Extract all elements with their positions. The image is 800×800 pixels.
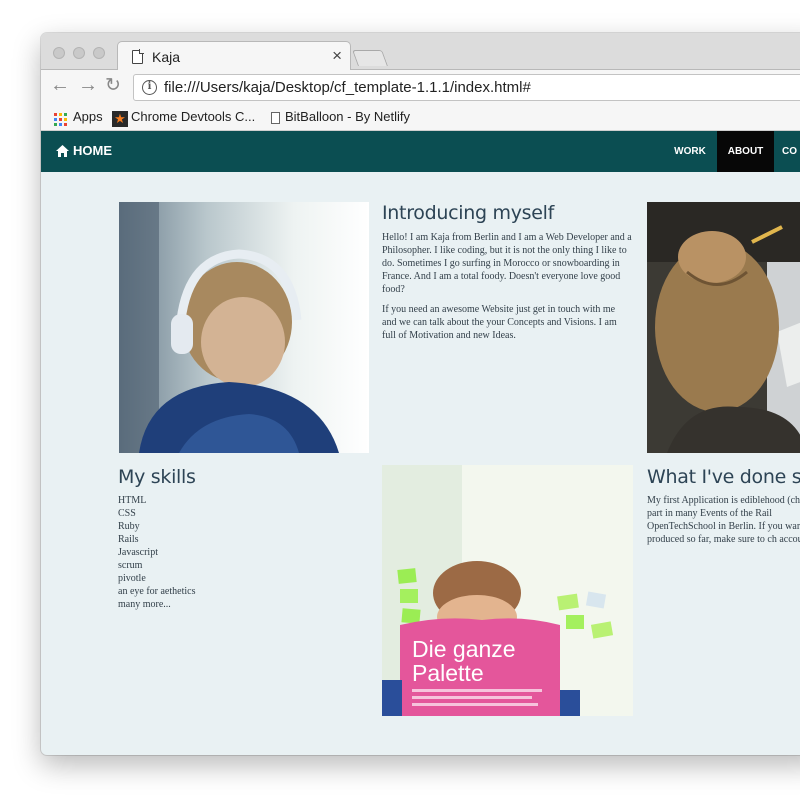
bookmark-chrome-devtools[interactable]: Chrome Devtools C... <box>131 109 255 124</box>
zoom-window-button[interactable] <box>93 47 105 59</box>
book-cover-title: Die ganze <box>412 636 516 662</box>
photo-headphones <box>119 202 369 453</box>
close-tab-icon[interactable]: × <box>332 46 342 66</box>
skill-item: HTML <box>118 495 147 506</box>
forward-arrow-icon[interactable]: → <box>78 74 98 97</box>
info-icon[interactable]: i <box>142 80 157 95</box>
tab-strip: Kaja × <box>41 33 800 71</box>
nav-contact[interactable]: CO <box>782 131 800 172</box>
browser-toolbar: ← → ↻ i file:///Users/kaja/Desktop/cf_te… <box>41 70 800 106</box>
nav-about[interactable]: ABOUT <box>717 131 774 172</box>
new-tab-button[interactable] <box>352 50 388 66</box>
page-icon <box>132 50 143 64</box>
skill-item: scrum <box>118 560 143 571</box>
close-window-button[interactable] <box>53 47 65 59</box>
skills-list: HTML CSS Ruby Rails Javascript scrum piv… <box>118 494 195 611</box>
skill-item: Javascript <box>118 547 158 558</box>
done-heading: What I've done so <box>647 466 800 488</box>
browser-tab[interactable]: Kaja × <box>117 41 351 71</box>
home-link[interactable]: HOME <box>56 143 112 158</box>
skill-item: Rails <box>118 534 139 545</box>
skill-item: pivotle <box>118 573 146 584</box>
done-paragraph: My first Application is ediblehood (ch t… <box>647 495 800 545</box>
home-label: HOME <box>73 143 112 158</box>
home-icon <box>56 145 69 157</box>
url-text: file:///Users/kaja/Desktop/cf_template-1… <box>164 79 531 96</box>
photo-book: Die ganze Palette <box>382 465 633 716</box>
book-cover-title-line-2: Palette <box>412 660 484 686</box>
star-icon: ★ <box>112 111 128 127</box>
skills-heading: My skills <box>118 466 196 488</box>
intro-heading: Introducing myself <box>382 202 554 224</box>
browser-window: Kaja × ← → ↻ i file:///Users/kaja/Deskto… <box>41 33 800 755</box>
bookmark-bitballoon[interactable]: BitBalloon - By Netlify <box>285 109 410 124</box>
address-bar[interactable]: i file:///Users/kaja/Desktop/cf_template… <box>133 74 800 101</box>
minimize-window-button[interactable] <box>73 47 85 59</box>
skill-item: CSS <box>118 508 136 519</box>
page-icon <box>271 112 280 124</box>
back-arrow-icon[interactable]: ← <box>50 74 70 97</box>
bookmark-apps[interactable]: Apps <box>73 109 103 124</box>
tab-title: Kaja <box>152 49 181 65</box>
intro-paragraph-1: Hello! I am Kaja from Berlin and I am a … <box>382 232 632 295</box>
skill-item: Ruby <box>118 521 140 532</box>
bookmarks-bar: Apps ★ Chrome Devtools C... BitBalloon -… <box>41 106 800 131</box>
intro-paragraph-2: If you need an awesome Website just get … <box>382 304 617 341</box>
skill-item: an eye for aethetics <box>118 586 196 597</box>
skill-item: many more... <box>118 599 171 610</box>
site-navbar: HOME WORK ABOUT CO <box>41 131 800 172</box>
nav-work[interactable]: WORK <box>667 131 713 172</box>
reload-icon[interactable]: ↻ <box>105 74 121 97</box>
apps-grid-icon <box>54 113 67 126</box>
photo-hair-bun <box>647 202 800 453</box>
